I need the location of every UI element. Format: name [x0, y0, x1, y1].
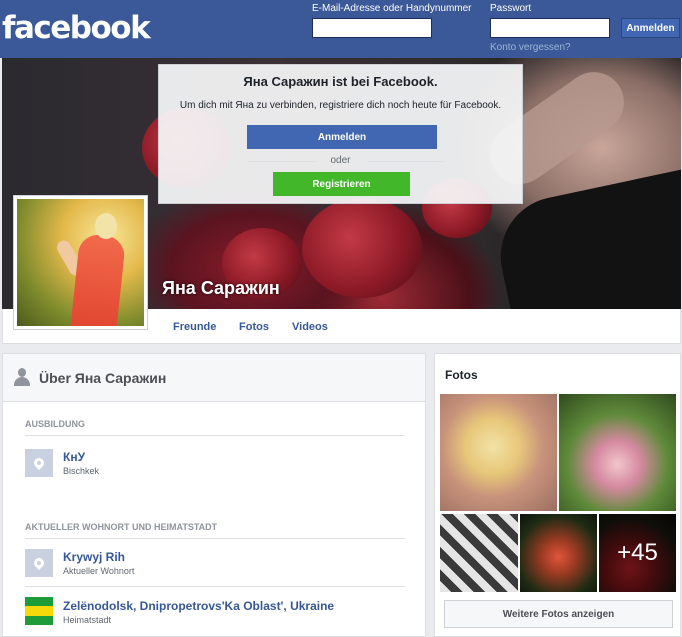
- about-panel: Über Яна Саражин AUSBILDUNG КнУ Bischkek…: [2, 353, 426, 637]
- password-label: Passwort: [490, 3, 532, 14]
- email-label: E-Mail-Adresse oder Handynummer: [312, 3, 472, 14]
- divider: [25, 435, 405, 436]
- education-school[interactable]: КнУ: [63, 450, 85, 464]
- email-input[interactable]: [312, 18, 432, 38]
- education-location: Bischkek: [63, 466, 100, 476]
- education-heading: AUSBILDUNG: [25, 419, 85, 429]
- popup-text: Um dich mit Яна zu verbinden, registrier…: [179, 100, 502, 111]
- flag-icon: [25, 597, 53, 625]
- facebook-logo[interactable]: facebook: [2, 10, 151, 46]
- current-city-label: Aktueller Wohnort: [63, 566, 135, 576]
- photo-thumbnail[interactable]: [559, 394, 676, 511]
- divider: [25, 586, 405, 587]
- tab-friends[interactable]: Freunde: [173, 321, 216, 333]
- hometown-label: Heimatstadt: [63, 615, 112, 625]
- profile-picture[interactable]: [13, 195, 148, 330]
- more-photos-button[interactable]: Weitere Fotos anzeigen: [444, 600, 673, 628]
- figure-detail: [95, 213, 117, 239]
- photo-thumbnail[interactable]: [520, 514, 597, 592]
- password-input[interactable]: [490, 18, 610, 38]
- figure-detail: [69, 232, 127, 326]
- residence-heading: AKTUELLER WOHNORT UND HEIMATSTADT: [25, 522, 218, 532]
- signup-popup: Яна Саражин ist bei Facebook. Um dich mi…: [158, 64, 523, 204]
- tab-photos[interactable]: Fotos: [239, 321, 269, 333]
- about-title: Über Яна Саражин: [39, 370, 167, 386]
- tab-videos[interactable]: Videos: [292, 321, 328, 333]
- photos-title: Fotos: [445, 368, 478, 382]
- hometown[interactable]: Zelënodolsk, Dnipropetrovs'Ka Oblast', U…: [63, 599, 334, 613]
- person-icon: [14, 368, 30, 386]
- login-button[interactable]: Anmelden: [621, 18, 680, 38]
- popup-title: Яна Саражин ist bei Facebook.: [243, 74, 438, 89]
- profile-image: [17, 199, 144, 326]
- forgot-account-link[interactable]: Konto vergessen?: [490, 42, 571, 53]
- photo-thumbnail[interactable]: [440, 394, 557, 511]
- current-city[interactable]: Krywyj Rih: [63, 550, 125, 564]
- photos-panel: Fotos +45 Weitere Fotos anzeigen: [434, 353, 681, 637]
- photo-thumbnail[interactable]: [440, 514, 518, 592]
- register-button[interactable]: Registrieren: [273, 172, 410, 196]
- location-pin-icon: [25, 449, 53, 477]
- divider: [367, 161, 445, 162]
- location-pin-icon: [25, 549, 53, 577]
- about-header: Über Яна Саражин: [3, 354, 425, 402]
- or-text: oder: [330, 155, 351, 166]
- popup-login-button[interactable]: Anmelden: [247, 125, 437, 149]
- profile-name[interactable]: Яна Саражин: [162, 278, 280, 299]
- more-photos-count: +45: [599, 514, 676, 592]
- cover-rose: [302, 198, 422, 298]
- divider: [25, 538, 405, 539]
- top-bar: facebook E-Mail-Adresse oder Handynummer…: [0, 0, 682, 58]
- photo-thumbnail[interactable]: +45: [599, 514, 676, 592]
